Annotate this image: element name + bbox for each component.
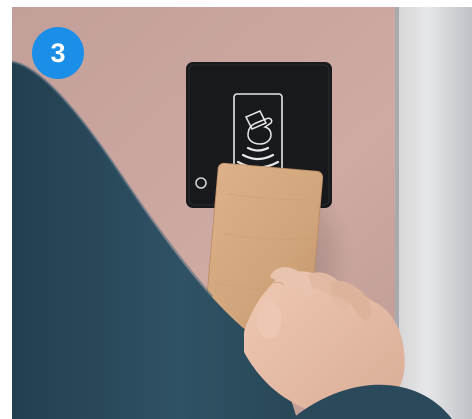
key-card-reader-scene [12,7,472,419]
photo [12,7,472,419]
door-frame [397,7,472,419]
step-number-badge: 3 [32,27,84,79]
step-illustration: 3 [0,0,472,419]
